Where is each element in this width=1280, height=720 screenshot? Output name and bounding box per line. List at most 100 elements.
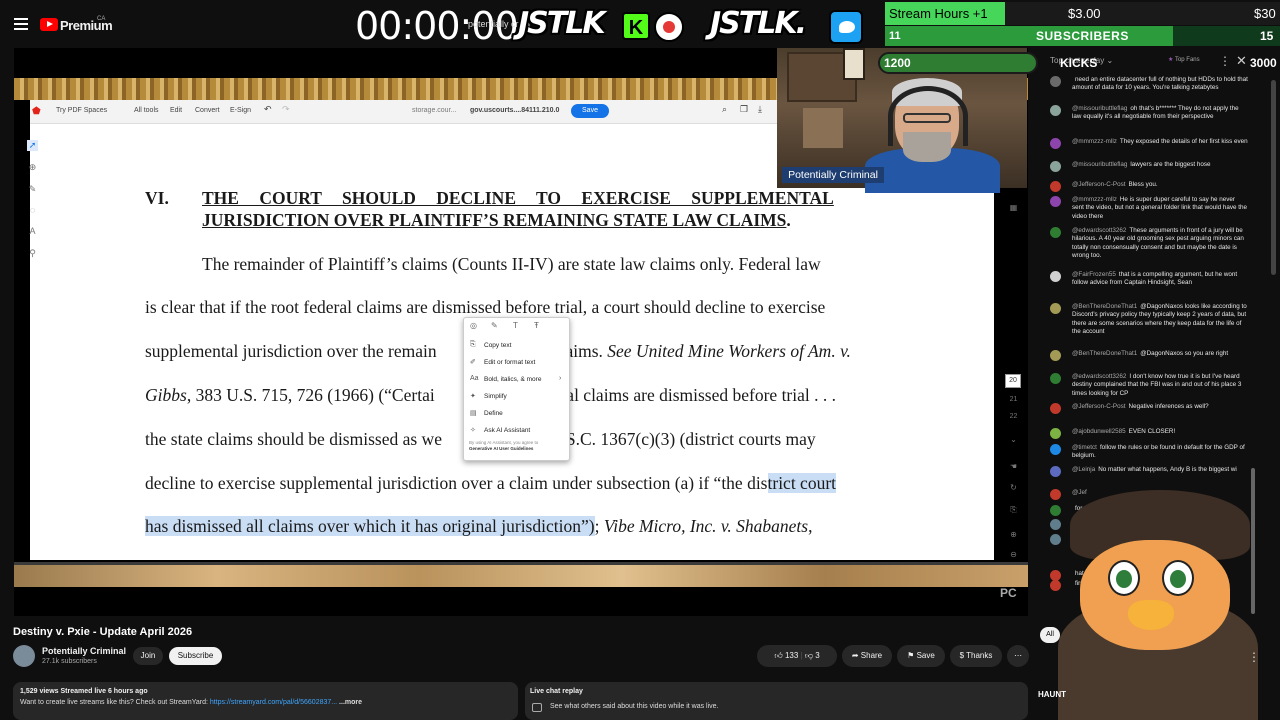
pen-icon[interactable]: ✎ bbox=[27, 184, 38, 195]
file-tab-a[interactable]: storage.cour... bbox=[412, 107, 456, 114]
context-menu-copy-text[interactable]: Copy text bbox=[484, 342, 511, 349]
chat-avatar[interactable] bbox=[1050, 138, 1061, 149]
thumbs-up-icon[interactable]: 👍︎ bbox=[774, 651, 782, 660]
selected-text[interactable]: has dismissed all claims over which it h… bbox=[145, 516, 595, 536]
context-menu-ask-ai[interactable]: Ask AI Assistant bbox=[484, 427, 530, 434]
chat-more-icon[interactable]: ⋮ bbox=[1219, 54, 1231, 68]
hamburger-menu-icon[interactable] bbox=[14, 18, 28, 30]
chat-author[interactable]: @mmmzzz-mllz bbox=[1072, 196, 1117, 203]
download-icon[interactable]: ⤓ bbox=[758, 104, 762, 115]
chat-avatar[interactable] bbox=[1050, 196, 1061, 207]
chat-inner-scrollbar[interactable] bbox=[1251, 468, 1255, 614]
thumbs-down-icon[interactable]: 👎︎ bbox=[805, 651, 813, 660]
acrobat-logo-icon[interactable]: ⬟ bbox=[32, 106, 41, 117]
current-page-number[interactable]: 20 bbox=[1005, 374, 1021, 388]
pdf-save-button[interactable]: Save bbox=[571, 104, 609, 118]
chat-scrollbar[interactable] bbox=[1271, 80, 1276, 275]
recommended-thumbnail-text[interactable]: HAUNT bbox=[1038, 690, 1066, 699]
video-progress-track[interactable] bbox=[14, 562, 1028, 565]
hand-icon[interactable]: ☚ bbox=[1008, 462, 1019, 471]
underline-icon[interactable]: T bbox=[513, 321, 518, 330]
convert-tab[interactable]: Convert bbox=[195, 107, 220, 114]
chat-avatar[interactable] bbox=[1050, 505, 1061, 516]
chat-avatar[interactable] bbox=[1050, 489, 1061, 500]
chat-author[interactable]: @FairFrozen55 bbox=[1072, 271, 1116, 278]
chat-author[interactable]: @Leinja bbox=[1072, 466, 1095, 473]
chat-author[interactable]: @BenThereDoneThat1 bbox=[1072, 303, 1137, 310]
chat-author[interactable]: @edwardscott3262 bbox=[1072, 227, 1126, 234]
thanks-button[interactable]: $ Thanks bbox=[950, 645, 1002, 667]
chat-avatar[interactable] bbox=[1050, 105, 1061, 116]
context-menu-simplify[interactable]: Simplify bbox=[484, 393, 507, 400]
show-more-link[interactable]: ...more bbox=[337, 699, 362, 706]
select-cursor-icon[interactable]: ➚ bbox=[27, 140, 38, 151]
zoom-out-icon[interactable]: ⊖ bbox=[1008, 550, 1019, 559]
try-pdf-spaces-button[interactable]: Try PDF Spaces bbox=[56, 107, 107, 114]
chat-author[interactable]: @Jefferson-C-Post bbox=[1072, 181, 1126, 188]
chat-author[interactable]: @mmmzzz-mllz bbox=[1072, 138, 1117, 145]
lasso-icon[interactable]: ◌ bbox=[27, 205, 38, 216]
page-number-after[interactable]: 22 bbox=[1008, 413, 1019, 420]
chat-author[interactable]: @missouributtleflag bbox=[1072, 161, 1127, 168]
zoom-marquee-icon[interactable]: ⊕ bbox=[27, 162, 38, 173]
page-number-next[interactable]: 21 bbox=[1008, 396, 1019, 403]
chat-author[interactable]: @edwardscott3262 bbox=[1072, 373, 1126, 380]
copy-page-icon[interactable]: ⎘ bbox=[1008, 505, 1019, 515]
save-button[interactable]: ⚑ Save bbox=[897, 645, 945, 667]
chat-avatar[interactable] bbox=[1050, 580, 1061, 591]
chat-avatar[interactable] bbox=[1050, 181, 1061, 192]
comment-icon[interactable]: ◎ bbox=[470, 321, 477, 330]
chat-avatar[interactable] bbox=[1050, 403, 1061, 414]
join-button[interactable]: Join bbox=[133, 647, 163, 665]
top-fans-button[interactable]: ★ Top Fans bbox=[1168, 56, 1200, 63]
zoom-in-icon[interactable]: ⊕ bbox=[1008, 530, 1019, 539]
live-chat-replay-subtitle[interactable]: See what others said about this video wh… bbox=[550, 703, 718, 710]
chat-avatar[interactable] bbox=[1050, 161, 1061, 172]
file-tab-b[interactable]: gov.uscourts....84111.210.0 bbox=[470, 107, 559, 114]
channel-avatar[interactable] bbox=[13, 645, 35, 667]
filter-chip-all[interactable]: All bbox=[1040, 627, 1060, 643]
page-down-icon[interactable]: ⌄ bbox=[1008, 435, 1019, 444]
chat-author[interactable]: @missouributtleflag bbox=[1072, 105, 1127, 112]
context-menu-edit-text[interactable]: Edit or format text bbox=[484, 359, 535, 366]
youtube-logo-icon[interactable] bbox=[40, 18, 58, 31]
chat-avatar[interactable] bbox=[1050, 373, 1061, 384]
share-button[interactable]: ➦ Share bbox=[842, 645, 892, 667]
redo-icon[interactable]: ↷ bbox=[282, 104, 290, 115]
chat-avatar[interactable] bbox=[1050, 519, 1061, 530]
all-tools-tab[interactable]: All tools bbox=[134, 107, 159, 114]
chat-avatar[interactable] bbox=[1050, 303, 1061, 314]
channel-name[interactable]: Potentially Criminal bbox=[42, 646, 126, 656]
esign-tab[interactable]: E-Sign bbox=[230, 107, 251, 114]
chat-author[interactable]: @Jefferson-C-Post bbox=[1072, 403, 1126, 410]
chat-author[interactable]: @ajobdunwell2585 bbox=[1072, 428, 1126, 435]
undo-icon[interactable]: ↶ bbox=[264, 104, 272, 115]
refresh-icon[interactable]: ↻ bbox=[1008, 483, 1019, 492]
chat-avatar[interactable] bbox=[1050, 271, 1061, 282]
text-box-icon[interactable]: A bbox=[27, 226, 38, 237]
more-actions-icon[interactable]: ⋯ bbox=[1007, 645, 1029, 667]
like-dislike-group[interactable]: 👍︎ 133 | 👎︎ 3 bbox=[757, 645, 837, 667]
context-menu-define[interactable]: Define bbox=[484, 410, 503, 417]
highlight-pen-icon[interactable]: ✎ bbox=[491, 321, 498, 330]
pages-icon[interactable]: ❐ bbox=[740, 104, 748, 115]
chat-avatar[interactable] bbox=[1050, 444, 1061, 455]
chat-avatar[interactable] bbox=[1050, 76, 1061, 87]
chat-avatar[interactable] bbox=[1050, 227, 1061, 238]
search-icon[interactable]: ⌕ bbox=[722, 104, 727, 115]
subscribe-button[interactable]: Subscribe bbox=[169, 647, 222, 665]
chat-author[interactable]: @Jef bbox=[1072, 489, 1087, 496]
chat-avatar[interactable] bbox=[1050, 350, 1061, 361]
chat-avatar[interactable] bbox=[1050, 428, 1061, 439]
recommended-more-icon[interactable]: ⋮ bbox=[1248, 650, 1260, 664]
stamp-icon[interactable]: ⚲ bbox=[27, 248, 38, 259]
chat-avatar[interactable] bbox=[1050, 466, 1061, 477]
streamyard-link[interactable]: https://streamyard.com/pal/d/56602837... bbox=[210, 699, 337, 706]
chat-author[interactable]: @BenThereDoneThat1 bbox=[1072, 350, 1137, 357]
strikethrough-icon[interactable]: Ŧ bbox=[534, 321, 539, 330]
chat-close-icon[interactable]: ✕ bbox=[1236, 53, 1247, 69]
context-menu-bold-italics[interactable]: Bold, italics, & more bbox=[484, 376, 541, 383]
grid-view-icon[interactable]: ▦ bbox=[1008, 203, 1019, 212]
selected-text[interactable]: trict court bbox=[767, 473, 837, 493]
chat-avatar[interactable] bbox=[1050, 534, 1061, 545]
